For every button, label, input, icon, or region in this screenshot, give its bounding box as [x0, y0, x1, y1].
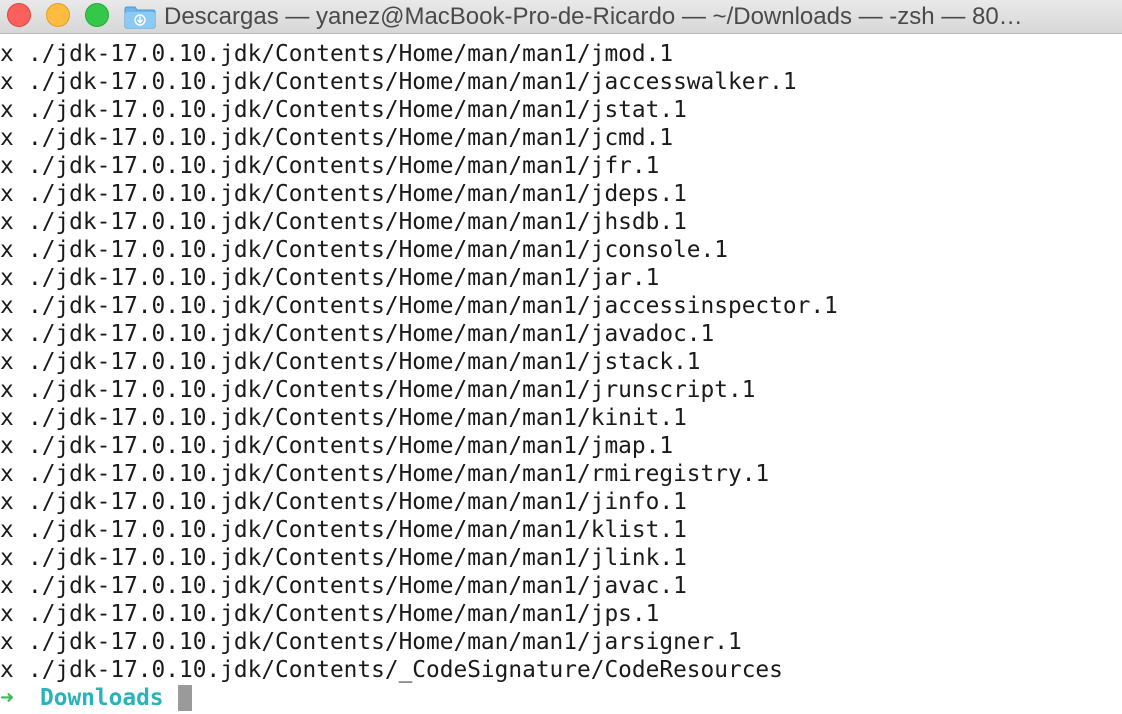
extract-flag: x — [0, 125, 14, 151]
terminal-window: Descargas — yanez@MacBook-Pro-de-Ricardo… — [0, 0, 1122, 714]
extract-flag: x — [0, 377, 14, 403]
extract-flag: x — [0, 517, 14, 543]
output-line: x ./jdk-17.0.10.jdk/Contents/Home/man/man… — [0, 544, 1122, 572]
output-line: x ./jdk-17.0.10.jdk/Contents/Home/man/man… — [0, 600, 1122, 628]
shell-prompt[interactable]: ➜ Downloads — [0, 684, 1122, 712]
prompt-arrow-icon: ➜ — [0, 685, 14, 711]
extracted-path: ./jdk-17.0.10.jdk/Contents/Home/man/man1… — [28, 573, 687, 599]
extracted-path: ./jdk-17.0.10.jdk/Contents/Home/man/man1… — [28, 69, 797, 95]
extracted-path: ./jdk-17.0.10.jdk/Contents/Home/man/man1… — [28, 41, 674, 67]
extract-flag: x — [0, 629, 14, 655]
downloads-folder-icon — [124, 6, 156, 28]
extracted-path: ./jdk-17.0.10.jdk/Contents/Home/man/man1… — [28, 265, 660, 291]
extracted-path: ./jdk-17.0.10.jdk/Contents/Home/man/man1… — [28, 349, 701, 375]
output-line: x ./jdk-17.0.10.jdk/Contents/Home/man/man… — [0, 376, 1122, 404]
extract-flag: x — [0, 153, 14, 179]
extract-flag: x — [0, 181, 14, 207]
extracted-path: ./jdk-17.0.10.jdk/Contents/Home/man/man1… — [28, 489, 687, 515]
extracted-path: ./jdk-17.0.10.jdk/Contents/Home/man/man1… — [28, 125, 674, 151]
close-window-button[interactable] — [7, 3, 31, 27]
extracted-path: ./jdk-17.0.10.jdk/Contents/Home/man/man1… — [28, 461, 770, 487]
output-line: x ./jdk-17.0.10.jdk/Contents/Home/man/man… — [0, 460, 1122, 488]
extract-flag: x — [0, 489, 14, 515]
extracted-path: ./jdk-17.0.10.jdk/Contents/Home/man/man1… — [28, 405, 687, 431]
output-line: x ./jdk-17.0.10.jdk/Contents/Home/man/man… — [0, 404, 1122, 432]
maximize-window-button[interactable] — [85, 3, 109, 27]
prompt-directory: Downloads — [40, 685, 164, 711]
output-line: x ./jdk-17.0.10.jdk/Contents/Home/man/man… — [0, 292, 1122, 320]
output-line: x ./jdk-17.0.10.jdk/Contents/Home/man/man… — [0, 488, 1122, 516]
extract-flag: x — [0, 321, 14, 347]
extracted-path: ./jdk-17.0.10.jdk/Contents/Home/man/man1… — [28, 601, 660, 627]
output-line: x ./jdk-17.0.10.jdk/Contents/Home/man/man… — [0, 124, 1122, 152]
window-title: Descargas — yanez@MacBook-Pro-de-Ricardo… — [164, 2, 1023, 30]
extracted-path: ./jdk-17.0.10.jdk/Contents/Home/man/man1… — [28, 293, 838, 319]
output-line: x ./jdk-17.0.10.jdk/Contents/Home/man/man… — [0, 320, 1122, 348]
output-line: x ./jdk-17.0.10.jdk/Contents/Home/man/man… — [0, 68, 1122, 96]
extracted-path: ./jdk-17.0.10.jdk/Contents/Home/man/man1… — [28, 97, 687, 123]
output-line: x ./jdk-17.0.10.jdk/Contents/Home/man/man… — [0, 96, 1122, 124]
extract-flag: x — [0, 265, 14, 291]
extracted-path: ./jdk-17.0.10.jdk/Contents/Home/man/man1… — [28, 181, 687, 207]
extract-flag: x — [0, 433, 14, 459]
extracted-path: ./jdk-17.0.10.jdk/Contents/Home/man/man1… — [28, 629, 742, 655]
terminal-output[interactable]: x ./jdk-17.0.10.jdk/Contents/Home/man/man… — [0, 40, 1122, 714]
output-line: x ./jdk-17.0.10.jdk/Contents/Home/man/man… — [0, 236, 1122, 264]
extracted-path: ./jdk-17.0.10.jdk/Contents/Home/man/man1… — [28, 209, 687, 235]
extract-flag: x — [0, 349, 14, 375]
extract-flag: x — [0, 573, 14, 599]
minimize-window-button[interactable] — [46, 3, 70, 27]
extract-flag: x — [0, 97, 14, 123]
extract-flag: x — [0, 209, 14, 235]
extract-flag: x — [0, 41, 14, 67]
window-title-area: Descargas — yanez@MacBook-Pro-de-Ricardo… — [124, 0, 1122, 33]
output-line: x ./jdk-17.0.10.jdk/Contents/Home/man/man… — [0, 348, 1122, 376]
extract-flag: x — [0, 657, 14, 683]
extracted-path: ./jdk-17.0.10.jdk/Contents/_CodeSignatur… — [28, 657, 783, 683]
extracted-path: ./jdk-17.0.10.jdk/Contents/Home/man/man1… — [28, 545, 687, 571]
output-line: x ./jdk-17.0.10.jdk/Contents/Home/man/man… — [0, 152, 1122, 180]
extract-flag: x — [0, 461, 14, 487]
extract-flag: x — [0, 545, 14, 571]
output-line: x ./jdk-17.0.10.jdk/Contents/Home/man/man… — [0, 572, 1122, 600]
output-line: x ./jdk-17.0.10.jdk/Contents/Home/man/man… — [0, 432, 1122, 460]
output-line: x ./jdk-17.0.10.jdk/Contents/Home/man/man… — [0, 208, 1122, 236]
extract-flag: x — [0, 237, 14, 263]
extracted-path: ./jdk-17.0.10.jdk/Contents/Home/man/man1… — [28, 237, 728, 263]
text-cursor — [177, 685, 192, 711]
output-line: x ./jdk-17.0.10.jdk/Contents/Home/man/man… — [0, 40, 1122, 68]
extract-flag: x — [0, 601, 14, 627]
output-line: x ./jdk-17.0.10.jdk/Contents/Home/man/man… — [0, 628, 1122, 656]
extracted-path: ./jdk-17.0.10.jdk/Contents/Home/man/man1… — [28, 433, 674, 459]
extract-flag: x — [0, 69, 14, 95]
extracted-path: ./jdk-17.0.10.jdk/Contents/Home/man/man1… — [28, 517, 687, 543]
extracted-path: ./jdk-17.0.10.jdk/Contents/Home/man/man1… — [28, 321, 715, 347]
title-bar[interactable]: Descargas — yanez@MacBook-Pro-de-Ricardo… — [0, 0, 1122, 34]
extracted-path: ./jdk-17.0.10.jdk/Contents/Home/man/man1… — [28, 153, 660, 179]
output-line: x ./jdk-17.0.10.jdk/Contents/Home/man/man… — [0, 516, 1122, 544]
output-line: x ./jdk-17.0.10.jdk/Contents/Home/man/man… — [0, 180, 1122, 208]
output-line: x ./jdk-17.0.10.jdk/Contents/_CodeSignatu… — [0, 656, 1122, 684]
output-line: x ./jdk-17.0.10.jdk/Contents/Home/man/man… — [0, 264, 1122, 292]
extract-flag: x — [0, 405, 14, 431]
extracted-path: ./jdk-17.0.10.jdk/Contents/Home/man/man1… — [28, 377, 756, 403]
extract-flag: x — [0, 293, 14, 319]
